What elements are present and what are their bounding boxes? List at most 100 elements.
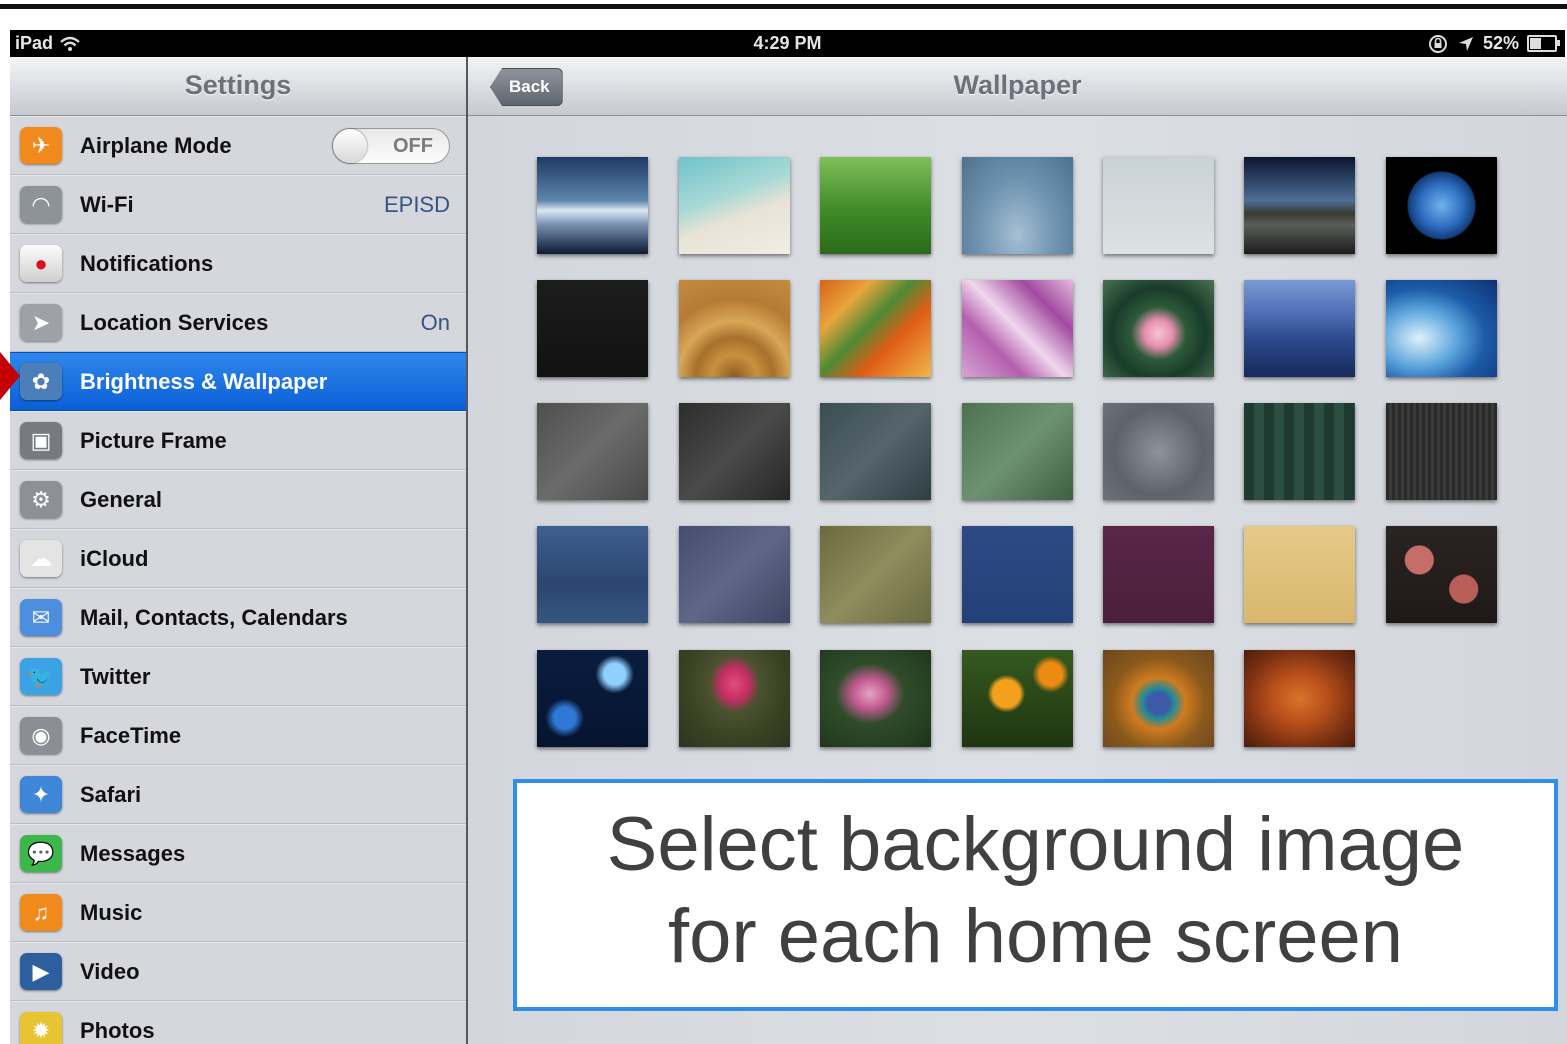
sidebar-item-mail-contacts-calendars[interactable]: ✉ Mail, Contacts, Calendars xyxy=(10,588,466,647)
wallpaper-green-grass[interactable] xyxy=(820,157,931,254)
clock: 4:29 PM xyxy=(753,33,822,53)
sidebar-item-label: Photos xyxy=(80,1017,155,1043)
wallpaper-navy-dots[interactable] xyxy=(962,526,1073,623)
sidebar-item-label: Brightness & Wallpaper xyxy=(80,368,328,394)
wallpaper-dark-stripes[interactable] xyxy=(1386,403,1497,500)
gear-icon: ⚙ xyxy=(20,481,62,518)
sidebar-item-video[interactable]: ▶ Video xyxy=(10,942,466,1001)
page-title: Wallpaper xyxy=(953,70,1082,100)
airplane-mode-toggle[interactable]: OFF xyxy=(332,128,450,164)
top-border-line xyxy=(0,4,1567,9)
callout-line-2: for each home screen xyxy=(667,894,1404,979)
wallpaper-green-chalk[interactable] xyxy=(962,403,1073,500)
airplane-icon: ✈ xyxy=(20,127,62,164)
wallpaper-green-plaid[interactable] xyxy=(1244,403,1355,500)
sidebar-item-wi-fi[interactable]: ◠ Wi-Fi EPISD xyxy=(10,175,466,234)
wallpaper-blue-mountains[interactable] xyxy=(1244,280,1355,377)
sidebar-item-safari[interactable]: ✦ Safari xyxy=(10,765,466,824)
instruction-callout: Select background image for each home sc… xyxy=(513,779,1558,1011)
wallpaper-denim[interactable] xyxy=(537,526,648,623)
wallpaper-black-texture[interactable] xyxy=(537,280,648,377)
wallpaper-birds-sky[interactable] xyxy=(1103,157,1214,254)
wallpaper-orange-poppies[interactable] xyxy=(962,650,1073,747)
sidebar-item-value: EPISD xyxy=(383,191,450,217)
sidebar-item-general[interactable]: ⚙ General xyxy=(10,470,466,529)
sidebar-item-label: iCloud xyxy=(80,545,149,571)
wallpaper-maple-leaves[interactable] xyxy=(820,280,931,377)
sidebar-item-label: Picture Frame xyxy=(80,427,227,453)
battery-icon xyxy=(1527,35,1560,52)
wallpaper-tiki-carving[interactable] xyxy=(1244,650,1355,747)
wifi-icon: ◠ xyxy=(20,186,62,223)
sidebar-item-label: Wi-Fi xyxy=(80,191,134,217)
wallpaper-cherry-blossom[interactable] xyxy=(1386,526,1497,623)
picture-frame-icon: ▣ xyxy=(20,422,62,459)
wallpaper-asanoha-pattern[interactable] xyxy=(679,526,790,623)
sidebar-item-label: Mail, Contacts, Calendars xyxy=(80,604,348,630)
sidebar-item-twitter[interactable]: 🐦 Twitter xyxy=(10,647,466,706)
wallpaper-ocean-wave[interactable] xyxy=(1386,280,1497,377)
sidebar-item-picture-frame[interactable]: ▣ Picture Frame xyxy=(10,411,466,470)
toggle-knob xyxy=(333,129,367,163)
twitter-bird-icon: 🐦 xyxy=(20,658,62,695)
wallpaper-peacock-feather[interactable] xyxy=(1103,650,1214,747)
sidebar-item-messages[interactable]: 💬 Messages xyxy=(10,824,466,883)
sidebar-item-label: Video xyxy=(80,958,140,984)
video-clapper-icon: ▶ xyxy=(20,953,62,990)
sidebar-item-photos[interactable]: ✹ Photos xyxy=(10,1001,466,1044)
wallpaper-olive-pattern[interactable] xyxy=(820,526,931,623)
wallpaper-pink-camo[interactable] xyxy=(962,280,1073,377)
sidebar-item-facetime[interactable]: ◉ FaceTime xyxy=(10,706,466,765)
selection-pointer-arrow xyxy=(0,352,20,400)
callout-line-1: Select background image xyxy=(606,802,1465,887)
status-bar: iPad 4:29 PM 52% xyxy=(10,30,1565,57)
settings-sidebar: Settings ✈ Airplane Mode OFF ◠ Wi-Fi EPISD ● No… xyxy=(10,57,468,1044)
sidebar-title: Settings xyxy=(10,57,466,116)
wallpaper-wood-rings[interactable] xyxy=(679,280,790,377)
back-button[interactable]: Back xyxy=(490,68,563,106)
wallpaper-beach-shore[interactable] xyxy=(679,157,790,254)
cloud-icon: ☁ xyxy=(20,540,62,577)
wallpaper-water-drops[interactable] xyxy=(962,157,1073,254)
wallpaper-cobblestone[interactable] xyxy=(1103,403,1214,500)
brightness-wallpaper-icon: ✿ xyxy=(20,363,62,400)
wallpaper-chalkboard[interactable] xyxy=(820,403,931,500)
photos-sunflower-icon: ✹ xyxy=(20,1012,62,1044)
sidebar-item-label: FaceTime xyxy=(80,722,182,748)
nav-bar: Wallpaper Back xyxy=(468,57,1567,116)
wallpaper-blue-bokeh[interactable] xyxy=(537,650,648,747)
wallpaper-earth[interactable] xyxy=(1386,157,1497,254)
facetime-camera-icon: ◉ xyxy=(20,717,62,754)
sidebar-item-notifications[interactable]: ● Notifications xyxy=(10,234,466,293)
sidebar-item-location-services[interactable]: ➤ Location Services On xyxy=(10,293,466,352)
battery-percent: 52% xyxy=(1482,33,1519,53)
wallpaper-gray-slate[interactable] xyxy=(537,403,648,500)
sidebar-item-label: General xyxy=(80,486,162,512)
toggle-state-label: OFF xyxy=(393,135,433,157)
sidebar-item-airplane-mode[interactable]: ✈ Airplane Mode OFF xyxy=(10,116,466,175)
wallpaper-pink-rose[interactable] xyxy=(679,650,790,747)
sidebar-item-brightness-wallpaper[interactable]: ✿ Brightness & Wallpaper xyxy=(10,352,466,411)
mail-icon: ✉ xyxy=(20,599,62,636)
wallpaper-lake-dusk[interactable] xyxy=(1244,157,1355,254)
location-arrow-icon: ➤ xyxy=(20,304,62,341)
sidebar-item-label: Notifications xyxy=(80,250,214,276)
wallpaper-dark-slate[interactable] xyxy=(679,403,790,500)
wallpaper-plum-dots[interactable] xyxy=(1103,526,1214,623)
sidebar-item-label: Twitter xyxy=(80,663,151,689)
sidebar-item-music[interactable]: ♫ Music xyxy=(10,883,466,942)
messages-bubble-icon: 💬 xyxy=(20,835,62,872)
sidebar-item-value: On xyxy=(420,309,450,335)
wallpaper-gold-paper[interactable] xyxy=(1244,526,1355,623)
sidebar-item-label: Airplane Mode xyxy=(80,132,232,158)
safari-compass-icon: ✦ xyxy=(20,776,62,813)
orientation-lock-icon xyxy=(1428,34,1447,53)
wallpaper-blue-horizon[interactable] xyxy=(537,157,648,254)
wallpaper-water-lily[interactable] xyxy=(1103,280,1214,377)
wallpaper-rose-bush[interactable] xyxy=(820,650,931,747)
sidebar-item-label: Music xyxy=(80,899,143,925)
sidebar-item-label: Safari xyxy=(80,781,142,807)
sidebar-item-label: Location Services xyxy=(80,309,269,335)
music-note-icon: ♫ xyxy=(20,894,62,931)
sidebar-item-icloud[interactable]: ☁ iCloud xyxy=(10,529,466,588)
